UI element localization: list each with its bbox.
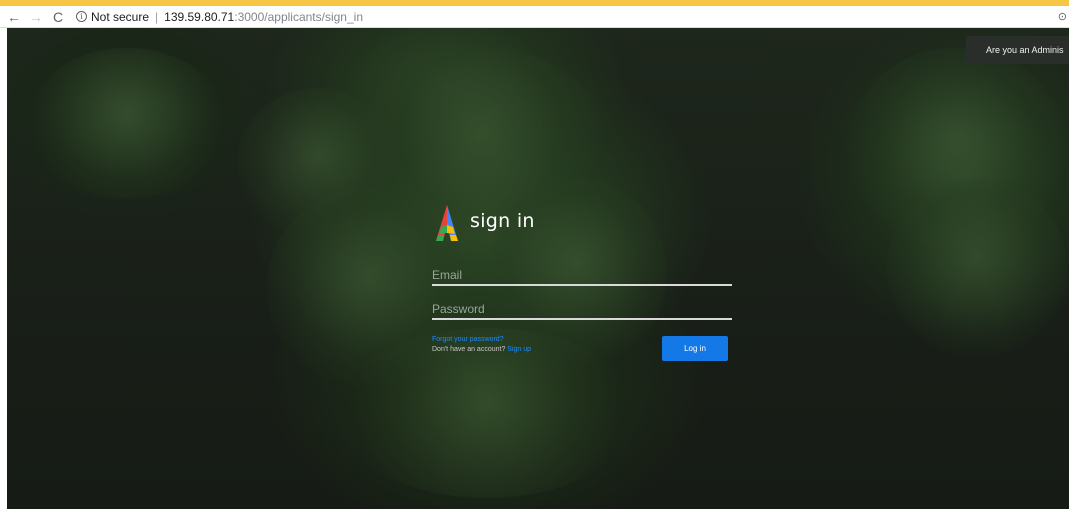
forward-arrow-icon[interactable]: → bbox=[28, 9, 44, 25]
url-path: :3000/applicants/sign_in bbox=[234, 9, 363, 24]
sign-up-link[interactable]: Sign up bbox=[507, 346, 531, 353]
leaf-decoration bbox=[237, 88, 397, 238]
background-image: Are you an Adminis sign in Forgot your p… bbox=[7, 28, 1069, 509]
reload-icon[interactable]: C bbox=[50, 9, 66, 25]
no-account-text: Don't have an account? bbox=[432, 346, 506, 353]
page-title: sign in bbox=[470, 210, 535, 232]
leaf-decoration bbox=[27, 48, 227, 198]
admin-login-button[interactable]: Are you an Adminis bbox=[966, 36, 1069, 64]
forgot-password-link[interactable]: Forgot your password? bbox=[432, 336, 504, 343]
auth-links: Forgot your password? Don't have an acco… bbox=[432, 335, 531, 355]
email-field[interactable] bbox=[432, 266, 732, 284]
url-separator: | bbox=[155, 9, 159, 24]
leaf-decoration bbox=[887, 178, 1067, 358]
security-status: Not secure bbox=[91, 9, 150, 24]
address-bar[interactable]: i Not secure | 139.59.80.71:3000/applica… bbox=[76, 8, 363, 26]
browser-menu-icon[interactable]: ⊙ bbox=[1058, 10, 1067, 23]
email-field-wrapper bbox=[432, 266, 732, 286]
back-arrow-icon[interactable]: ← bbox=[6, 9, 22, 25]
password-field[interactable] bbox=[432, 300, 732, 318]
left-edge bbox=[0, 28, 7, 509]
url-host: 139.59.80.71 bbox=[164, 9, 235, 24]
info-icon[interactable]: i bbox=[76, 11, 87, 22]
browser-toolbar: ← → C i Not secure | 139.59.80.71:3000/a… bbox=[0, 6, 1069, 28]
login-button[interactable]: Log in bbox=[662, 336, 728, 361]
password-field-wrapper bbox=[432, 300, 732, 320]
logo-icon bbox=[436, 205, 458, 241]
brand: sign in bbox=[432, 203, 535, 243]
